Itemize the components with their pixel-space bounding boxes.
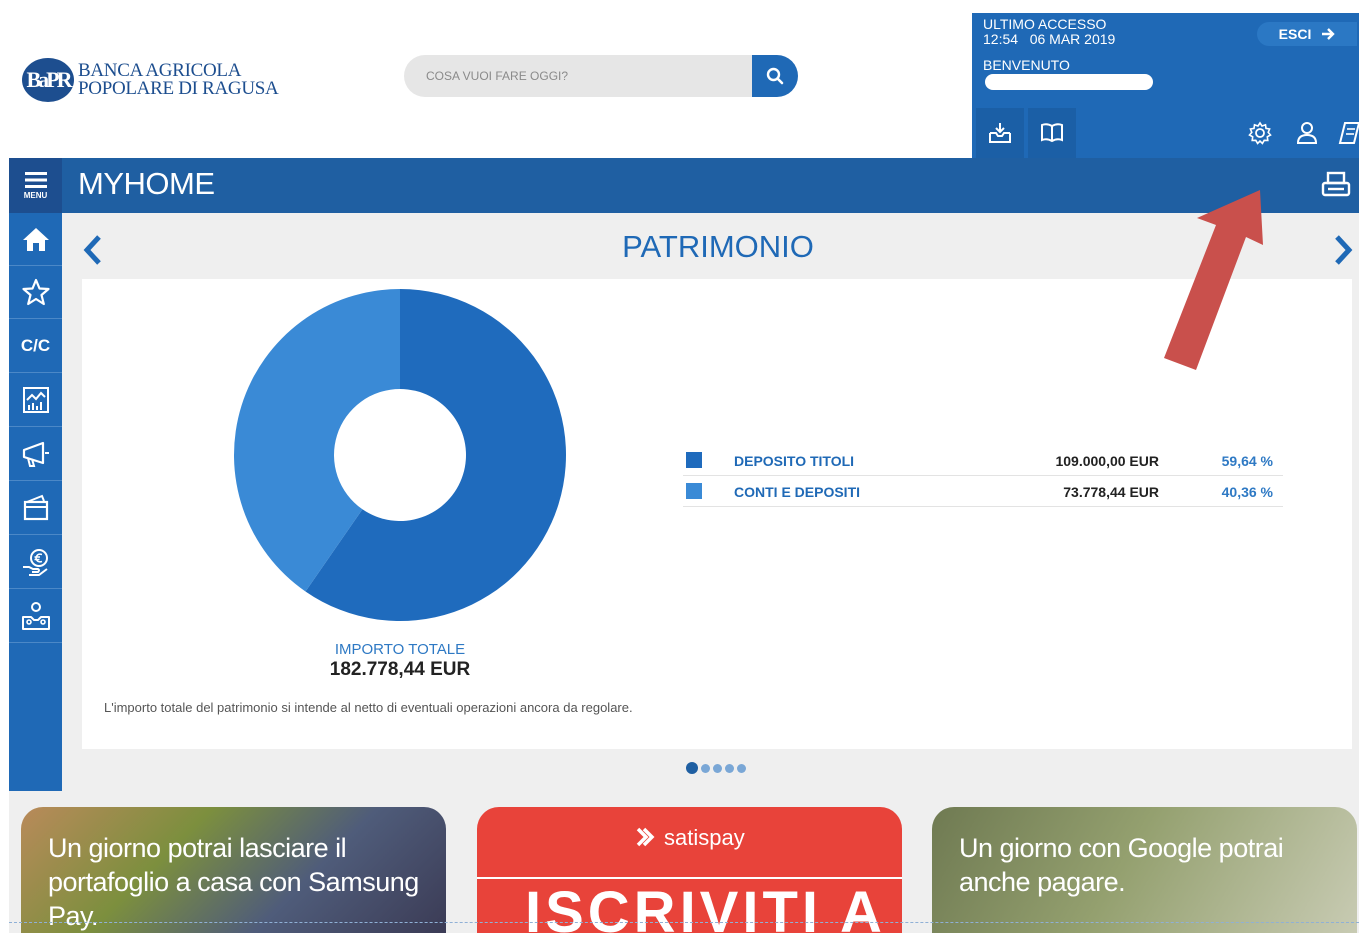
- banner-satispay[interactable]: satispay ISCRIVITI A: [477, 807, 902, 933]
- sidebar-item-loans[interactable]: [9, 536, 62, 589]
- total-amount-value: 182.778,44 EUR: [329, 659, 471, 680]
- legend-percent: 59,64 %: [1221, 453, 1273, 469]
- search-box: [404, 55, 756, 97]
- logo-line-2: POPOLARE DI RAGUSA: [78, 78, 279, 99]
- legend-row-conti-depositi[interactable]: CONTI E DEPOSITI 73.778,44 EUR 40,36 %: [683, 476, 1283, 507]
- search-button[interactable]: [752, 55, 798, 97]
- banner-headline: ISCRIVITI A: [525, 880, 886, 933]
- messages-button[interactable]: [1028, 108, 1076, 158]
- patrimonio-donut-chart: [234, 289, 566, 621]
- last-access-label: ULTIMO ACCESSO: [983, 16, 1107, 32]
- legend-swatch: [686, 452, 702, 468]
- sidebar-item-label: C/C: [20, 336, 51, 355]
- legend-swatch: [686, 483, 702, 499]
- gear-icon: [1248, 121, 1272, 145]
- last-access-time: 12:54: [983, 31, 1019, 47]
- megaphone-icon: [22, 441, 49, 467]
- last-access-info: ULTIMO ACCESSO 12:54 06 MAR 2019: [983, 17, 1115, 47]
- carousel-dot[interactable]: [686, 762, 698, 774]
- section-title: PATRIMONIO: [622, 229, 814, 264]
- carousel-dot[interactable]: [725, 763, 734, 773]
- satispay-icon: [636, 827, 655, 847]
- welcome-label: BENVENUTO: [983, 57, 1070, 73]
- sidebar-item-favorites[interactable]: [9, 266, 62, 319]
- card-icon: [23, 494, 48, 521]
- print-button[interactable]: [1318, 168, 1354, 202]
- legend-row-deposito-titoli[interactable]: DEPOSITO TITOLI 109.000,00 EUR 59,64 %: [683, 445, 1283, 476]
- page-title: MYHOME: [78, 166, 215, 201]
- legend-name: DEPOSITO TITOLI: [734, 453, 855, 469]
- total-amount-label: IMPORTO TOTALE: [334, 641, 466, 658]
- carousel-dot[interactable]: [701, 763, 710, 773]
- page-divider: [9, 922, 1359, 923]
- legend-percent: 40,36 %: [1221, 484, 1273, 500]
- chevron-left-icon: [83, 235, 101, 265]
- next-slide-button[interactable]: [1329, 232, 1357, 268]
- banner-text: Un giorno con Google potrai anche pagare…: [959, 833, 1284, 897]
- menu-button[interactable]: MENU: [9, 158, 62, 213]
- sidebar-item-insurance[interactable]: [9, 590, 62, 643]
- sidebar-item-home[interactable]: [9, 213, 62, 266]
- book-icon: [1041, 123, 1063, 143]
- carousel-dot[interactable]: [737, 763, 746, 773]
- sidebar-item-communications[interactable]: [9, 428, 62, 481]
- sidebar-item-investments[interactable]: [9, 374, 62, 427]
- print-icon: [1321, 171, 1351, 197]
- profile-button[interactable]: [1292, 118, 1322, 148]
- menu-label: MENU: [23, 191, 48, 200]
- sidebar-item-cards[interactable]: [9, 482, 62, 535]
- family-icon: [21, 602, 50, 630]
- redacted-username: [985, 74, 1153, 90]
- search-input[interactable]: [404, 55, 756, 97]
- logout-label: ESCI: [1278, 26, 1312, 42]
- chevron-right-icon: [1335, 235, 1353, 265]
- satispay-logo: satispay: [632, 825, 745, 851]
- arrow-right-icon: [1322, 28, 1336, 40]
- banner-samsung-pay[interactable]: Un giorno potrai lasciare il portafoglio…: [21, 807, 446, 933]
- carousel-dot[interactable]: [713, 763, 722, 773]
- bank-logo-text[interactable]: BANCA AGRICOLA POPOLARE DI RAGUSA: [78, 61, 279, 99]
- document-stack-icon: [1338, 122, 1359, 144]
- total-footnote: L'importo totale del patrimonio si inten…: [104, 700, 633, 715]
- chart-icon: [22, 387, 49, 413]
- legend-amount: 73.778,44 EUR: [1063, 484, 1159, 500]
- bank-logo-mark[interactable]: BaPR: [22, 58, 74, 102]
- hamburger-icon: [24, 172, 47, 188]
- banner-google-pay[interactable]: Un giorno con Google potrai anche pagare…: [932, 807, 1357, 933]
- previous-slide-button[interactable]: [79, 232, 107, 268]
- star-icon: [21, 278, 50, 306]
- annotation-arrow: [1164, 190, 1263, 370]
- legend-amount: 109.000,00 EUR: [1055, 453, 1159, 469]
- euro-hand-icon: [22, 549, 48, 576]
- documents-button[interactable]: [1334, 118, 1359, 148]
- inbox-download-icon: [989, 123, 1011, 143]
- user-profile-icon: [1296, 122, 1318, 144]
- logout-button[interactable]: ESCI: [1257, 22, 1357, 46]
- home-icon: [22, 228, 49, 251]
- last-access-date: 06 MAR 2019: [1029, 31, 1116, 47]
- search-icon: [766, 67, 784, 85]
- banner-text: Un giorno potrai lasciare il portafoglio…: [48, 833, 419, 931]
- legend-name: CONTI E DEPOSITI: [734, 484, 861, 500]
- sidebar-item-current-account[interactable]: C/C: [9, 320, 62, 373]
- satispay-brand: satispay: [664, 825, 745, 850]
- carousel-dots: [686, 762, 746, 774]
- settings-button[interactable]: [1245, 118, 1275, 148]
- inbox-button[interactable]: [976, 108, 1024, 158]
